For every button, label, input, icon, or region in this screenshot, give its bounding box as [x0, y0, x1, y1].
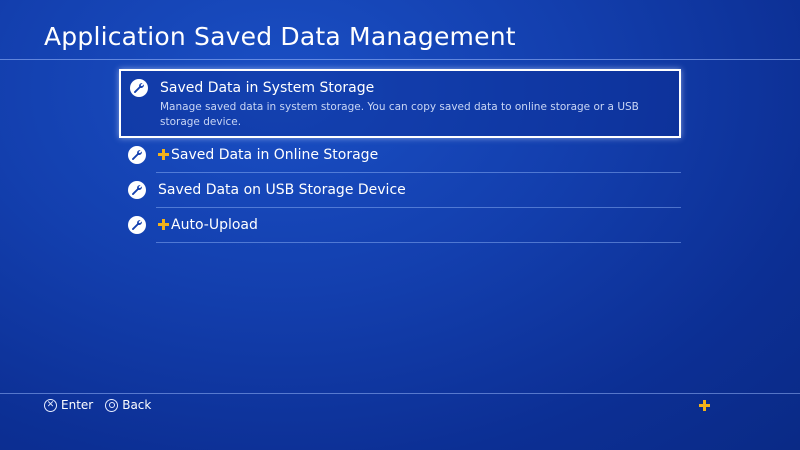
- menu-item-auto-upload[interactable]: Auto-Upload: [119, 208, 681, 243]
- back-label: Back: [122, 398, 152, 412]
- menu-item-label-wrap: Saved Data in Online Storage: [158, 147, 378, 163]
- wrench-icon: [128, 216, 146, 234]
- wrench-icon: [128, 146, 146, 164]
- menu-item-usb-storage[interactable]: Saved Data on USB Storage Device: [119, 173, 681, 208]
- wrench-icon: [130, 79, 148, 97]
- page-title: Application Saved Data Management: [44, 22, 516, 51]
- menu-item-label: Saved Data in Online Storage: [171, 147, 379, 163]
- back-hint[interactable]: Back: [105, 398, 151, 412]
- menu-item-body: Saved Data in Online Storage: [156, 138, 681, 173]
- menu-item-label: Saved Data on USB Storage Device: [158, 182, 406, 198]
- wrench-icon: [128, 181, 146, 199]
- menu-item-label: Saved Data in System Storage: [160, 80, 375, 96]
- button-hints: ✕ Enter Back: [44, 398, 163, 412]
- ps-plus-icon: [158, 219, 169, 230]
- circle-button-icon: [105, 398, 119, 412]
- cross-button-icon: ✕: [44, 398, 57, 412]
- footer-divider: [0, 393, 800, 394]
- enter-hint[interactable]: ✕ Enter: [44, 398, 93, 412]
- ps-plus-icon: [158, 149, 169, 160]
- menu-item-body: Auto-Upload: [156, 208, 681, 243]
- enter-label: Enter: [61, 398, 94, 412]
- menu-item-body: Saved Data on USB Storage Device: [156, 173, 681, 208]
- menu-item-online-storage[interactable]: Saved Data in Online Storage: [119, 138, 681, 173]
- menu-item-label: Auto-Upload: [171, 217, 258, 233]
- ps-plus-icon: [699, 400, 710, 411]
- settings-menu: Saved Data in System Storage Manage save…: [119, 69, 681, 243]
- header-divider: [0, 59, 800, 60]
- menu-item-description: Manage saved data in system storage. You…: [160, 101, 639, 128]
- menu-item-system-storage[interactable]: Saved Data in System Storage Manage save…: [119, 69, 681, 138]
- menu-item-label-wrap: Auto-Upload: [158, 217, 258, 233]
- menu-item-body: Saved Data in System Storage Manage save…: [158, 71, 679, 136]
